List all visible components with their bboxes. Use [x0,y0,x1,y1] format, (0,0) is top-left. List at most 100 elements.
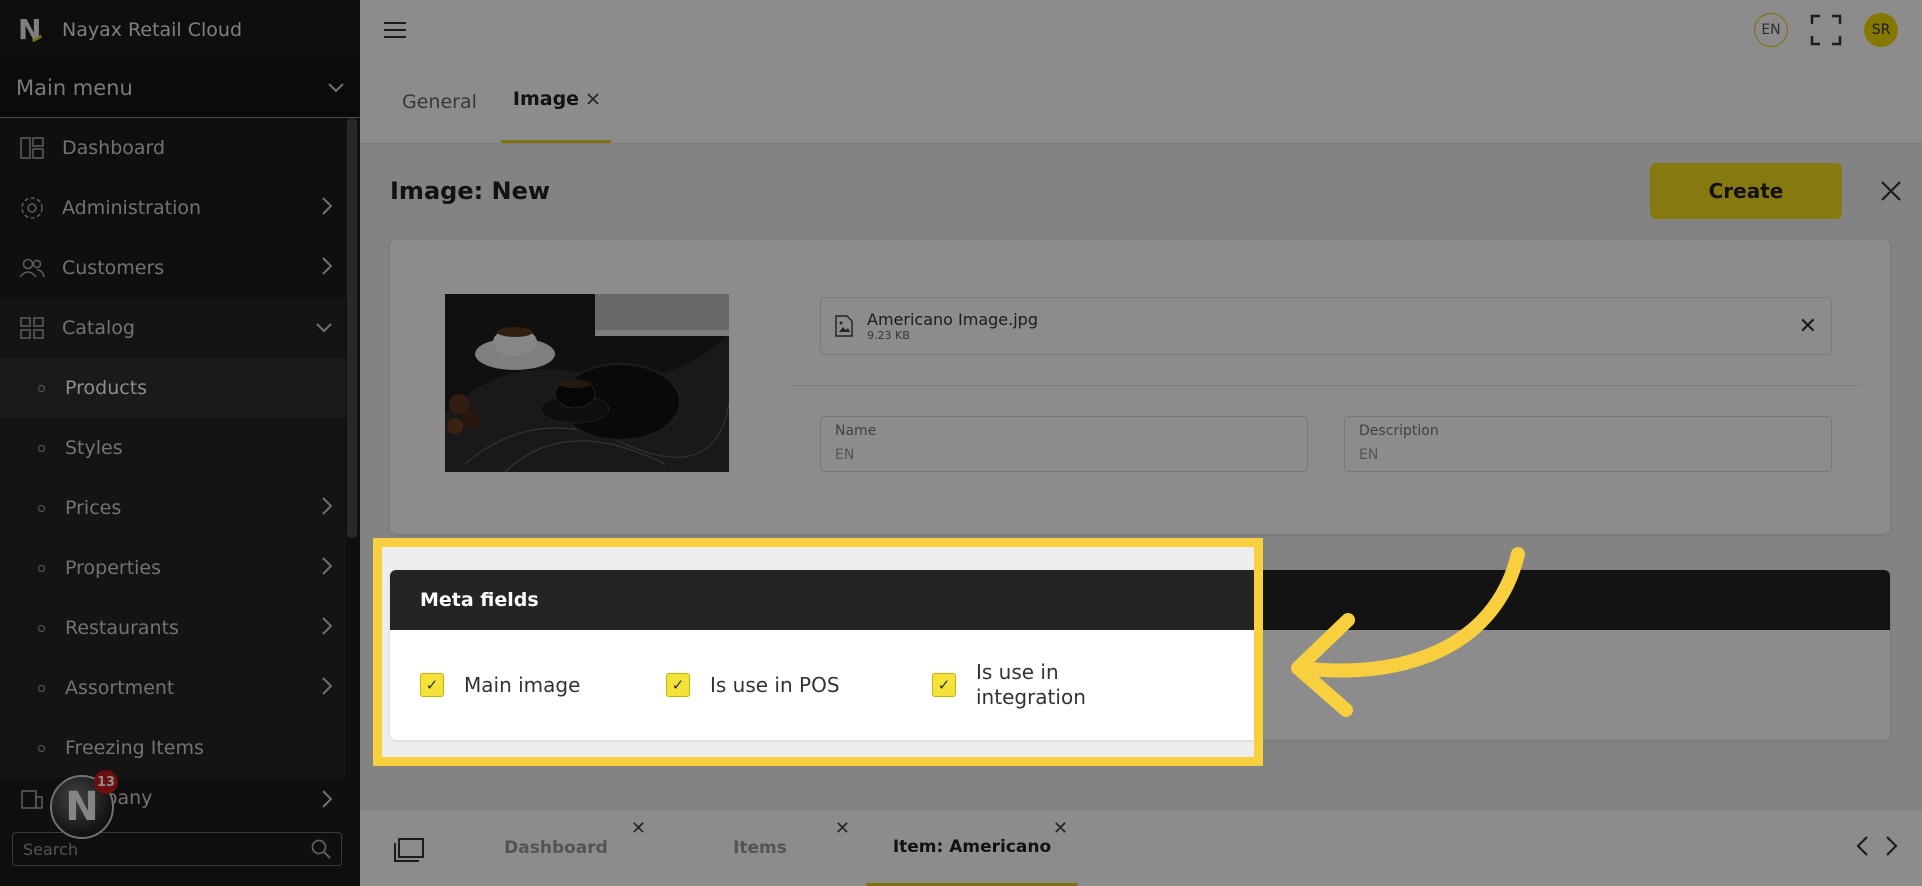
file-meta: Americano Image.jpg 9.23 KB [867,310,1038,342]
bullet-icon [38,384,45,392]
uploaded-file: Americano Image.jpg 9.23 KB ✕ [820,297,1832,355]
tutorial-arrow-icon [1291,547,1525,717]
close-icon[interactable]: ✕ [1053,818,1068,839]
sidebar-item-label: Administration [62,197,202,219]
bullet-icon [38,504,45,512]
sidebar-item-label: Assortment [65,677,175,699]
sidebar-item-products[interactable]: Products [0,358,346,418]
sidebar-item-dashboard[interactable]: Dashboard [0,118,346,178]
name-label: Name [835,423,877,439]
tab-nav-arrows [1856,836,1898,856]
fullscreen-icon[interactable] [1810,14,1842,46]
sidebar-item-catalog[interactable]: Catalog [0,298,346,358]
chevron-right-icon [322,557,332,575]
bottom-tab-item-americano[interactable]: Item: Americano ✕ [866,810,1078,886]
name-field[interactable]: Name EN [820,416,1308,472]
sidebar-item-label: Restaurants [65,617,179,639]
description-language: EN [1359,447,1379,463]
main-menu-label: Main menu [16,76,133,100]
gear-icon [18,194,46,222]
tab-image[interactable]: Image [500,88,612,143]
chevron-right-icon [322,677,332,695]
sidebar-item-label: Freezing Items [65,737,204,759]
topbar: EN SR [360,0,1922,60]
tab-label: Image [512,88,580,110]
page-header: Image: New Create [360,144,1922,238]
chevron-right-icon [322,790,332,808]
chevron-right-icon [322,257,332,275]
close-icon[interactable] [587,93,599,105]
divider [790,385,1862,386]
description-label: Description [1359,423,1439,439]
brand[interactable]: N Nayax Retail Cloud [0,0,360,59]
dashboard-icon [18,134,46,162]
page-title: Image: New [390,177,551,205]
name-language: EN [835,447,855,463]
sidebar-menu: Dashboard Administration Customers Catal… [0,118,346,818]
chevron-down-icon [328,83,344,93]
sidebar-item-administration[interactable]: Administration [0,178,346,238]
bullet-icon [38,624,45,632]
topbar-actions: EN SR [1754,13,1898,47]
file-size: 9.23 KB [867,329,910,342]
sidebar-item-label: Properties [65,557,162,579]
nayax-logo-icon: N [18,13,44,46]
search-placeholder: Search [23,839,78,859]
bottom-tab-items[interactable]: Items ✕ [660,810,860,886]
sidebar-item-label: Dashboard [62,137,166,159]
sidebar-item-properties[interactable]: Properties [0,538,346,598]
sidebar-item-restaurants[interactable]: Restaurants [0,598,346,658]
user-avatar[interactable]: SR [1864,13,1898,47]
file-name: Americano Image.jpg [867,310,1038,329]
remove-file-button[interactable]: ✕ [1799,314,1817,339]
image-card: Americano Image.jpg 9.23 KB ✕ Name EN De… [390,240,1890,534]
sidebar-item-label: Styles [65,437,123,459]
bullet-icon [38,744,45,752]
building-icon [18,784,46,812]
window-tabs-icon[interactable] [394,838,424,862]
hamburger-menu-icon[interactable] [384,17,406,43]
chevron-right-icon [322,197,332,215]
image-file-icon [835,315,853,337]
sidebar-item-styles[interactable]: Styles [0,418,346,478]
image-preview [445,294,729,472]
sidebar-item-label: Prices [65,497,122,519]
close-icon[interactable]: ✕ [835,818,850,839]
bottom-tab-label: Dashboard [504,838,608,858]
bottom-tab-label: Item: Americano [892,836,1052,857]
notification-badge: 13 [94,770,118,794]
sidebar-item-prices[interactable]: Prices [0,478,346,538]
app-name: Nayax Retail Cloud [62,18,243,41]
bottom-tab-dashboard[interactable]: Dashboard ✕ [456,810,656,886]
language-switcher[interactable]: EN [1754,13,1788,47]
sidebar-scrollbar[interactable] [347,118,357,538]
chevron-right-icon[interactable] [1886,836,1898,856]
create-button[interactable]: Create [1650,163,1842,219]
tab-bar: General Image [360,60,1922,144]
close-icon[interactable] [1880,180,1902,202]
main-menu-toggle[interactable]: Main menu [0,59,360,118]
description-field[interactable]: Description EN [1344,416,1832,472]
search-icon[interactable] [311,839,331,859]
page-actions: Create [1650,163,1902,219]
bottom-tab-label: Items [733,838,787,858]
sidebar-search-input[interactable]: Search [12,832,342,866]
bullet-icon [38,564,45,572]
chevron-right-icon [322,497,332,515]
bullet-icon [38,684,45,692]
tab-label: General [402,91,477,113]
sidebar-item-customers[interactable]: Customers [0,238,346,298]
tab-general[interactable]: General [390,91,489,143]
bottom-tab-bar: Dashboard ✕ Items ✕ Item: Americano ✕ [360,810,1922,886]
sidebar-item-label: Catalog [62,317,135,339]
chevron-right-icon [322,617,332,635]
chevron-left-icon[interactable] [1856,836,1868,856]
bullet-icon [38,444,45,452]
close-icon[interactable]: ✕ [631,818,646,839]
sidebar-item-assortment[interactable]: Assortment [0,658,346,718]
tutorial-highlight-frame [373,538,1263,766]
sidebar-item-freezing-items[interactable]: Freezing Items [0,718,346,778]
sidebar-item-label: Products [65,377,148,399]
users-icon [18,254,46,282]
chevron-down-icon [316,323,332,333]
